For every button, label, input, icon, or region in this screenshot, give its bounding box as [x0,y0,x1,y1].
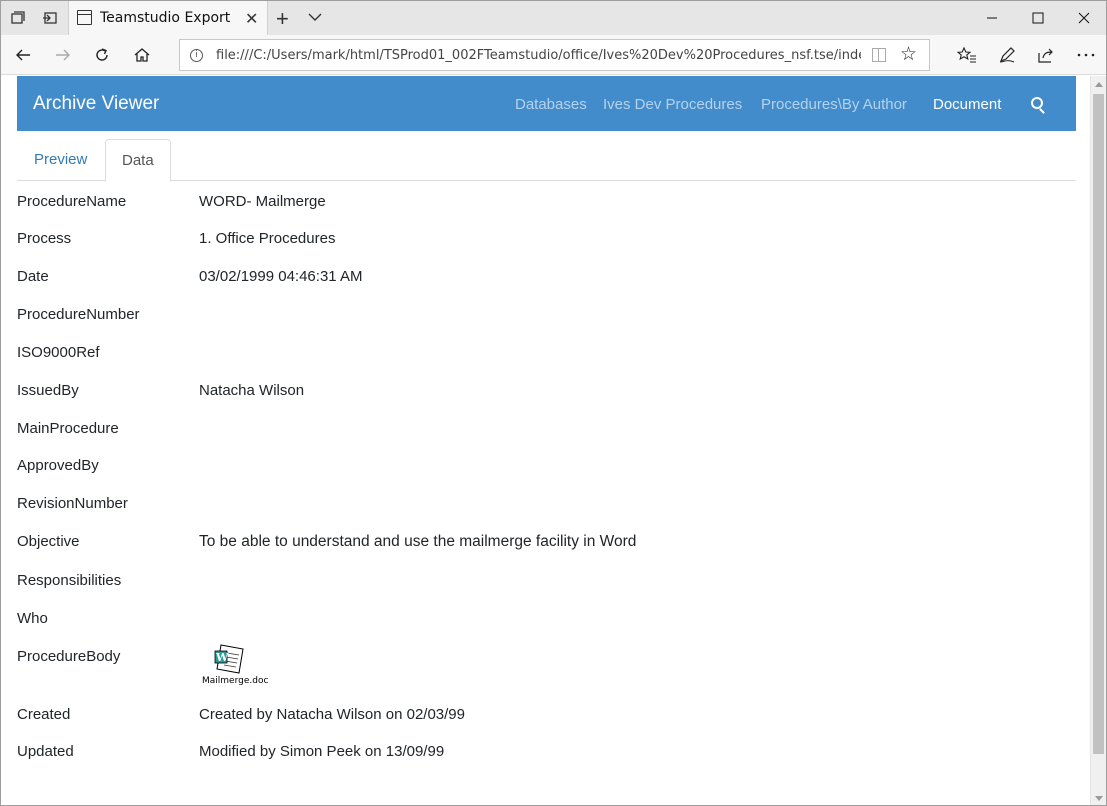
browser-tab[interactable]: Teamstudio Export ✕ [68,1,268,35]
maximize-button[interactable] [1015,1,1061,35]
close-tab-icon[interactable]: ✕ [245,9,258,29]
field-value-process: 1. Office Procedures [199,230,336,247]
field-value-updated: Modified by Simon Peek on 13/09/99 [199,743,445,760]
url-text[interactable]: file:///C:/Users/mark/html/TSProd01_002F… [216,48,861,63]
field-label-issuedby: IssuedBy [17,382,79,399]
title-bar: Teamstudio Export ✕ + [1,1,1106,35]
field-label-procedurebody: ProcedureBody [17,648,121,665]
app-brand[interactable]: Archive Viewer [33,93,159,115]
info-icon[interactable]: i [190,49,203,62]
field-value-objective: To be able to understand and use the mai… [199,533,637,550]
tab-data[interactable]: Data [105,139,171,182]
document-tabs: Preview Data [17,139,1076,182]
set-tabs-aside-icon[interactable] [39,7,61,29]
more-options-icon[interactable] [1073,42,1099,68]
field-label-procedurename: ProcedureName [17,193,127,210]
scrollbar-thumb[interactable] [1093,94,1104,754]
pen-icon[interactable] [994,42,1020,68]
back-button[interactable] [10,42,36,68]
browser-window: Teamstudio Export ✕ + i file:///C:/Users… [0,0,1107,806]
refresh-button[interactable] [89,42,115,68]
forward-button[interactable] [50,42,76,68]
search-icon[interactable] [1031,97,1043,109]
field-label-procedurenumber: ProcedureNumber [17,306,140,323]
field-label-updated: Updated [17,743,74,760]
minimize-button[interactable] [969,1,1015,35]
share-icon[interactable] [1033,42,1059,68]
field-label-process: Process [17,230,72,247]
favorites-icon[interactable] [954,42,980,68]
scroll-down-icon[interactable] [1095,796,1103,801]
field-value-created: Created by Natacha Wilson on 02/03/99 [199,706,465,723]
field-label-approvedby: ApprovedBy [17,457,99,474]
attachment-file-name[interactable]: Mailmerge.doc [202,676,268,686]
field-value-procedurename: WORD- Mailmerge [199,193,326,210]
chevron-down-icon[interactable] [307,9,325,27]
field-value-date: 03/02/1999 04:46:31 AM [199,268,363,285]
home-button[interactable] [129,42,155,68]
field-label-date: Date [17,268,49,285]
tab-actions-icon[interactable] [7,7,29,29]
field-label-responsibilities: Responsibilities [17,572,122,589]
field-label-mainprocedure: MainProcedure [17,420,119,437]
field-label-created: Created [17,706,71,723]
close-window-button[interactable] [1061,1,1106,35]
word-document-icon[interactable]: W [213,643,247,675]
field-label-who: Who [17,610,48,627]
nav-link-database[interactable]: Ives Dev Procedures [603,96,742,113]
scroll-up-icon[interactable] [1095,82,1103,87]
tab-title: Teamstudio Export [100,10,231,26]
address-bar[interactable]: i file:///C:/Users/mark/html/TSProd01_00… [179,39,930,71]
tab-preview[interactable]: Preview [18,139,103,181]
field-label-revisionnumber: RevisionNumber [17,495,128,512]
new-tab-icon[interactable]: + [276,6,289,32]
nav-link-document[interactable]: Document [933,96,1001,113]
app-navbar: Archive Viewer Databases Ives Dev Proced… [17,76,1076,131]
reading-view-icon[interactable] [872,48,886,62]
attachment[interactable]: W Mailmerge.doc [199,643,268,689]
vertical-scrollbar[interactable] [1090,76,1106,805]
favorite-star-icon[interactable]: ☆ [900,43,917,66]
field-value-issuedby: Natacha Wilson [199,382,305,399]
nav-link-view[interactable]: Procedures\By Author [761,96,907,113]
svg-text:W: W [215,651,229,664]
page-icon [77,10,92,25]
field-label-objective: Objective [17,533,80,550]
navigation-bar: i file:///C:/Users/mark/html/TSProd01_00… [1,35,1106,75]
nav-link-databases[interactable]: Databases [515,96,587,113]
field-label-iso9000ref: ISO9000Ref [17,344,100,361]
page-viewport: Archive Viewer Databases Ives Dev Proced… [1,76,1090,805]
